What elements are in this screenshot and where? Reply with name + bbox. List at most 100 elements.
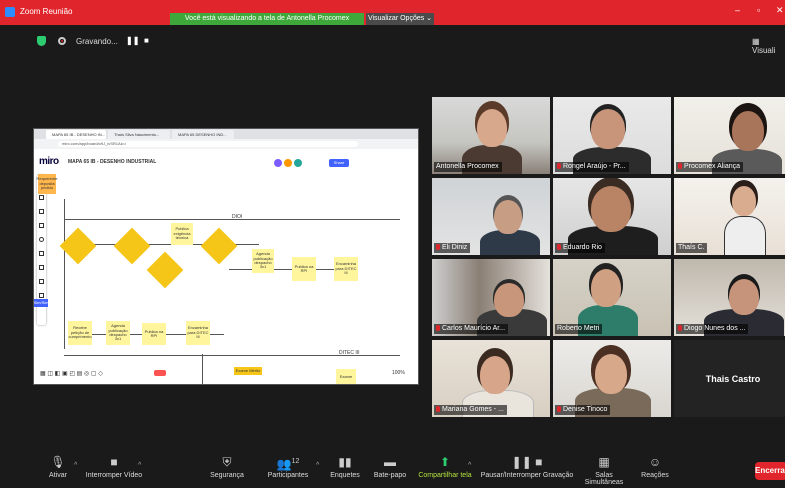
sticky-note[interactable]: Agenda publicação despacho 3x1: [252, 249, 274, 273]
chat-button[interactable]: ▬ Bate-papo: [372, 456, 408, 479]
app-title: Zoom Reunião: [20, 7, 73, 16]
connector-line: [229, 269, 349, 270]
sticky-note[interactable]: Publica exigência técnica: [171, 223, 193, 245]
pause-recording-button[interactable]: ❚❚ ■ Pausar/Interromper Gravação: [478, 456, 576, 479]
sticky-note[interactable]: Encaminha para DITEC III: [334, 257, 358, 281]
browser-tab[interactable]: MAPA 65 DESENHO IND...: [172, 130, 234, 139]
security-button[interactable]: ⛨ Segurança: [207, 456, 247, 479]
breakout-grid-icon: ▦: [598, 455, 610, 469]
connector-line: [64, 199, 65, 349]
sticky-note[interactable]: Publica na RPI: [142, 323, 166, 345]
decision-diamond[interactable]: [200, 227, 238, 265]
close-icon[interactable]: ✕: [776, 5, 784, 16]
decision-diamond[interactable]: [113, 227, 151, 265]
chevron-up-icon[interactable]: ^: [468, 462, 471, 469]
video-tile[interactable]: Rongel Araújo - Pr...: [553, 97, 671, 174]
muted-mic-icon: [678, 325, 682, 331]
chevron-up-icon[interactable]: ^: [138, 462, 141, 469]
share-screen-button[interactable]: ⬆ Compartilhar tela: [416, 456, 474, 479]
text-tool-icon[interactable]: [39, 209, 44, 214]
breakout-rooms-button[interactable]: ▦ Salas Simultâneas: [576, 456, 632, 486]
video-tile[interactable]: Denise Tinoco: [553, 340, 671, 417]
video-tile[interactable]: Carlos Maurício Ar...: [432, 259, 550, 336]
comment-tool-icon[interactable]: [39, 279, 44, 284]
participants-count: 12: [291, 458, 300, 465]
stop-recording-icon[interactable]: ■: [144, 36, 149, 45]
view-mode-button[interactable]: ▦ Visuali: [752, 37, 785, 55]
connector-line: [202, 354, 203, 384]
sticky-note[interactable]: Exame: [336, 369, 356, 384]
video-tile[interactable]: Eli Diniz: [432, 178, 550, 255]
stop-video-button[interactable]: ■ Interromper Vídeo: [84, 456, 144, 479]
chevron-up-icon[interactable]: ^: [74, 462, 77, 469]
smiley-icon: ☺: [648, 455, 662, 469]
participant-name-text: Thaís C.: [678, 244, 705, 251]
avatar: [284, 159, 292, 167]
sticky-note[interactable]: Encaminha para DITEC III: [186, 321, 210, 345]
share-screen-icon: ⬆: [439, 455, 451, 469]
share-board-button[interactable]: Share: [329, 159, 349, 167]
sticky-note[interactable]: Recebe petição de cumprimento: [68, 321, 92, 345]
view-mode-label: Visuali: [752, 46, 776, 55]
participant-name-text: Eduardo Rio: [563, 244, 602, 251]
participants-button[interactable]: 👥12 Participantes: [266, 456, 310, 479]
polls-button[interactable]: ▮▮ Enquetes: [328, 456, 362, 479]
grid-icon[interactable]: ▦ ◫ ◧ ▣ ◰ ▤ ◎ ▢ ◇: [40, 371, 103, 377]
end-meeting-button[interactable]: Encerrar: [755, 462, 785, 480]
person-head: [494, 283, 524, 317]
participant-name: Denise Tinoco: [555, 405, 611, 415]
sticky-note[interactable]: Publica na RPI: [292, 257, 316, 281]
security-label: Segurança: [210, 472, 244, 479]
video-tile[interactable]: Diogo Nunes dos ...: [674, 259, 785, 336]
reactions-label: Reações: [641, 472, 669, 479]
sticky-button[interactable]: [154, 370, 166, 376]
security-shield-icon[interactable]: [37, 36, 46, 46]
participant-name-text: Carlos Maurício Ar...: [442, 325, 506, 332]
maximize-icon[interactable]: ▫: [757, 5, 760, 15]
participant-name-text: Diogo Nunes dos ...: [684, 325, 746, 332]
participant-name-text: Rongel Araújo - Pr...: [563, 163, 626, 170]
participant-name: Procomex Aliança: [676, 162, 744, 172]
sticky-note[interactable]: Agenda publicação despacho 3x1: [106, 321, 130, 345]
unmute-button[interactable]: 🎙 Ativar: [42, 456, 74, 479]
board-name[interactable]: MAPA 65 IB - DESENHO INDUSTRIAL: [68, 159, 156, 165]
participant-name: Carlos Maurício Ar...: [434, 324, 509, 334]
person-body: [724, 216, 766, 255]
frame-tool-icon[interactable]: [39, 293, 44, 298]
decision-diamond[interactable]: [146, 251, 184, 289]
reactions-button[interactable]: ☺ Reações: [640, 456, 670, 479]
participant-name: Eli Diniz: [434, 243, 471, 253]
browser-tab[interactable]: Thaís Silva Nascimento...: [108, 130, 170, 139]
chevron-up-icon[interactable]: ^: [316, 462, 319, 469]
decision-diamond[interactable]: [59, 227, 97, 265]
share-banner: Você está visualizando a tela de Antonel…: [170, 13, 364, 25]
sticky-tag[interactable]: Exame Mérito: [234, 367, 262, 375]
browser-tab[interactable]: MAPA 65 IB - DESENHO IN...: [46, 130, 106, 139]
video-tile[interactable]: Roberto Metri: [553, 259, 671, 336]
avatar: [294, 159, 302, 167]
video-tile[interactable]: Thais Castro: [674, 340, 785, 417]
shared-screen: MAPA 65 IB - DESENHO IN... Thaís Silva N…: [33, 128, 419, 385]
connector-tool-icon[interactable]: [39, 251, 44, 256]
breakout-rooms-label: Salas Simultâneas: [584, 472, 624, 486]
pause-recording-icon[interactable]: ❚❚: [126, 36, 139, 45]
video-tile[interactable]: Antonella Procomex: [432, 97, 550, 174]
video-tile[interactable]: Eduardo Rio: [553, 178, 671, 255]
stop-video-label: Interromper Vídeo: [85, 472, 143, 479]
url-input[interactable]: miro.com/app/board/o9J_lvSR1Ak=/: [58, 141, 358, 147]
video-tile[interactable]: Thaís C.: [674, 178, 785, 255]
shape-tool-icon[interactable]: [39, 237, 44, 242]
sticky-note-tool-icon[interactable]: [39, 223, 44, 228]
minimize-icon[interactable]: –: [735, 5, 740, 15]
participant-name: Roberto Metri: [555, 324, 603, 334]
template-tool-icon[interactable]: [39, 195, 44, 200]
unmute-label: Ativar: [49, 472, 67, 479]
view-options-button[interactable]: Visualizar Opções ⌄: [366, 13, 434, 25]
video-tile[interactable]: Mariana Gomes - ...: [432, 340, 550, 417]
sticky-note[interactable]: Requerente deposita pedido: [37, 174, 57, 194]
pen-tool-icon[interactable]: [39, 265, 44, 270]
sticky-tag[interactable]: Sim/Sim: [34, 299, 48, 307]
view-options-label: Visualizar Opções: [367, 15, 425, 22]
person-head: [591, 269, 621, 307]
video-tile[interactable]: Procomex Aliança: [674, 97, 785, 174]
